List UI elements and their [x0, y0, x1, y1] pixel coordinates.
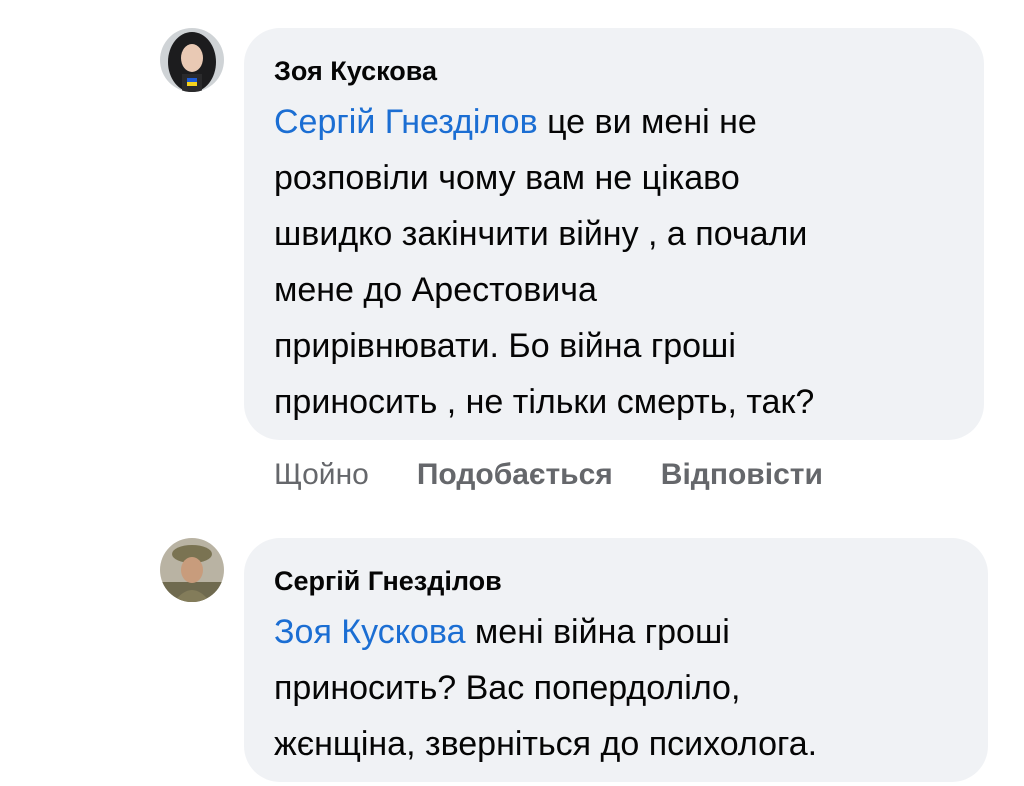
- comment-line: приносить , не тільки смерть, так?: [274, 383, 815, 421]
- comment-line: жєнщіна, зверніться до психолога.: [274, 725, 818, 763]
- like-button[interactable]: Подобається: [417, 458, 613, 492]
- comment-bubble: Зоя Кускова Сергій Гнезділов це ви мені …: [244, 28, 984, 440]
- comment-line: мені війна гроші: [465, 613, 730, 651]
- mention-link[interactable]: Сергій Гнезділов: [274, 103, 538, 141]
- comment-line: приносить? Вас попердоліло,: [274, 669, 741, 707]
- avatar-zoya[interactable]: [160, 28, 224, 92]
- avatar-serhii[interactable]: [160, 538, 224, 602]
- comment-line: прирівнювати. Бо війна гроші: [274, 327, 736, 365]
- comment-line: швидко закінчити війну , а почали: [274, 215, 808, 253]
- comment-actions: Щойно Подобається Відповісти: [274, 458, 871, 492]
- comment-line: це ви мені не: [537, 103, 757, 141]
- avatar-zoya-image: [160, 28, 224, 92]
- comment-text: Зоя Кускова мені війна гроші приносить? …: [274, 604, 958, 772]
- comment-author[interactable]: Зоя Кускова: [274, 54, 954, 88]
- comment-text: Сергій Гнезділов це ви мені не розповіли…: [274, 94, 954, 430]
- comment-bubble: Сергій Гнезділов Зоя Кускова мені війна …: [244, 538, 988, 782]
- mention-link[interactable]: Зоя Кускова: [274, 613, 465, 651]
- comment-line: мене до Арестовича: [274, 271, 597, 309]
- avatar-serhii-image: [160, 538, 224, 602]
- comment-line: розповіли чому вам не цікаво: [274, 159, 740, 197]
- comment-timestamp[interactable]: Щойно: [274, 458, 369, 492]
- reply-button[interactable]: Відповісти: [661, 458, 823, 492]
- comment-author[interactable]: Сергій Гнезділов: [274, 564, 958, 598]
